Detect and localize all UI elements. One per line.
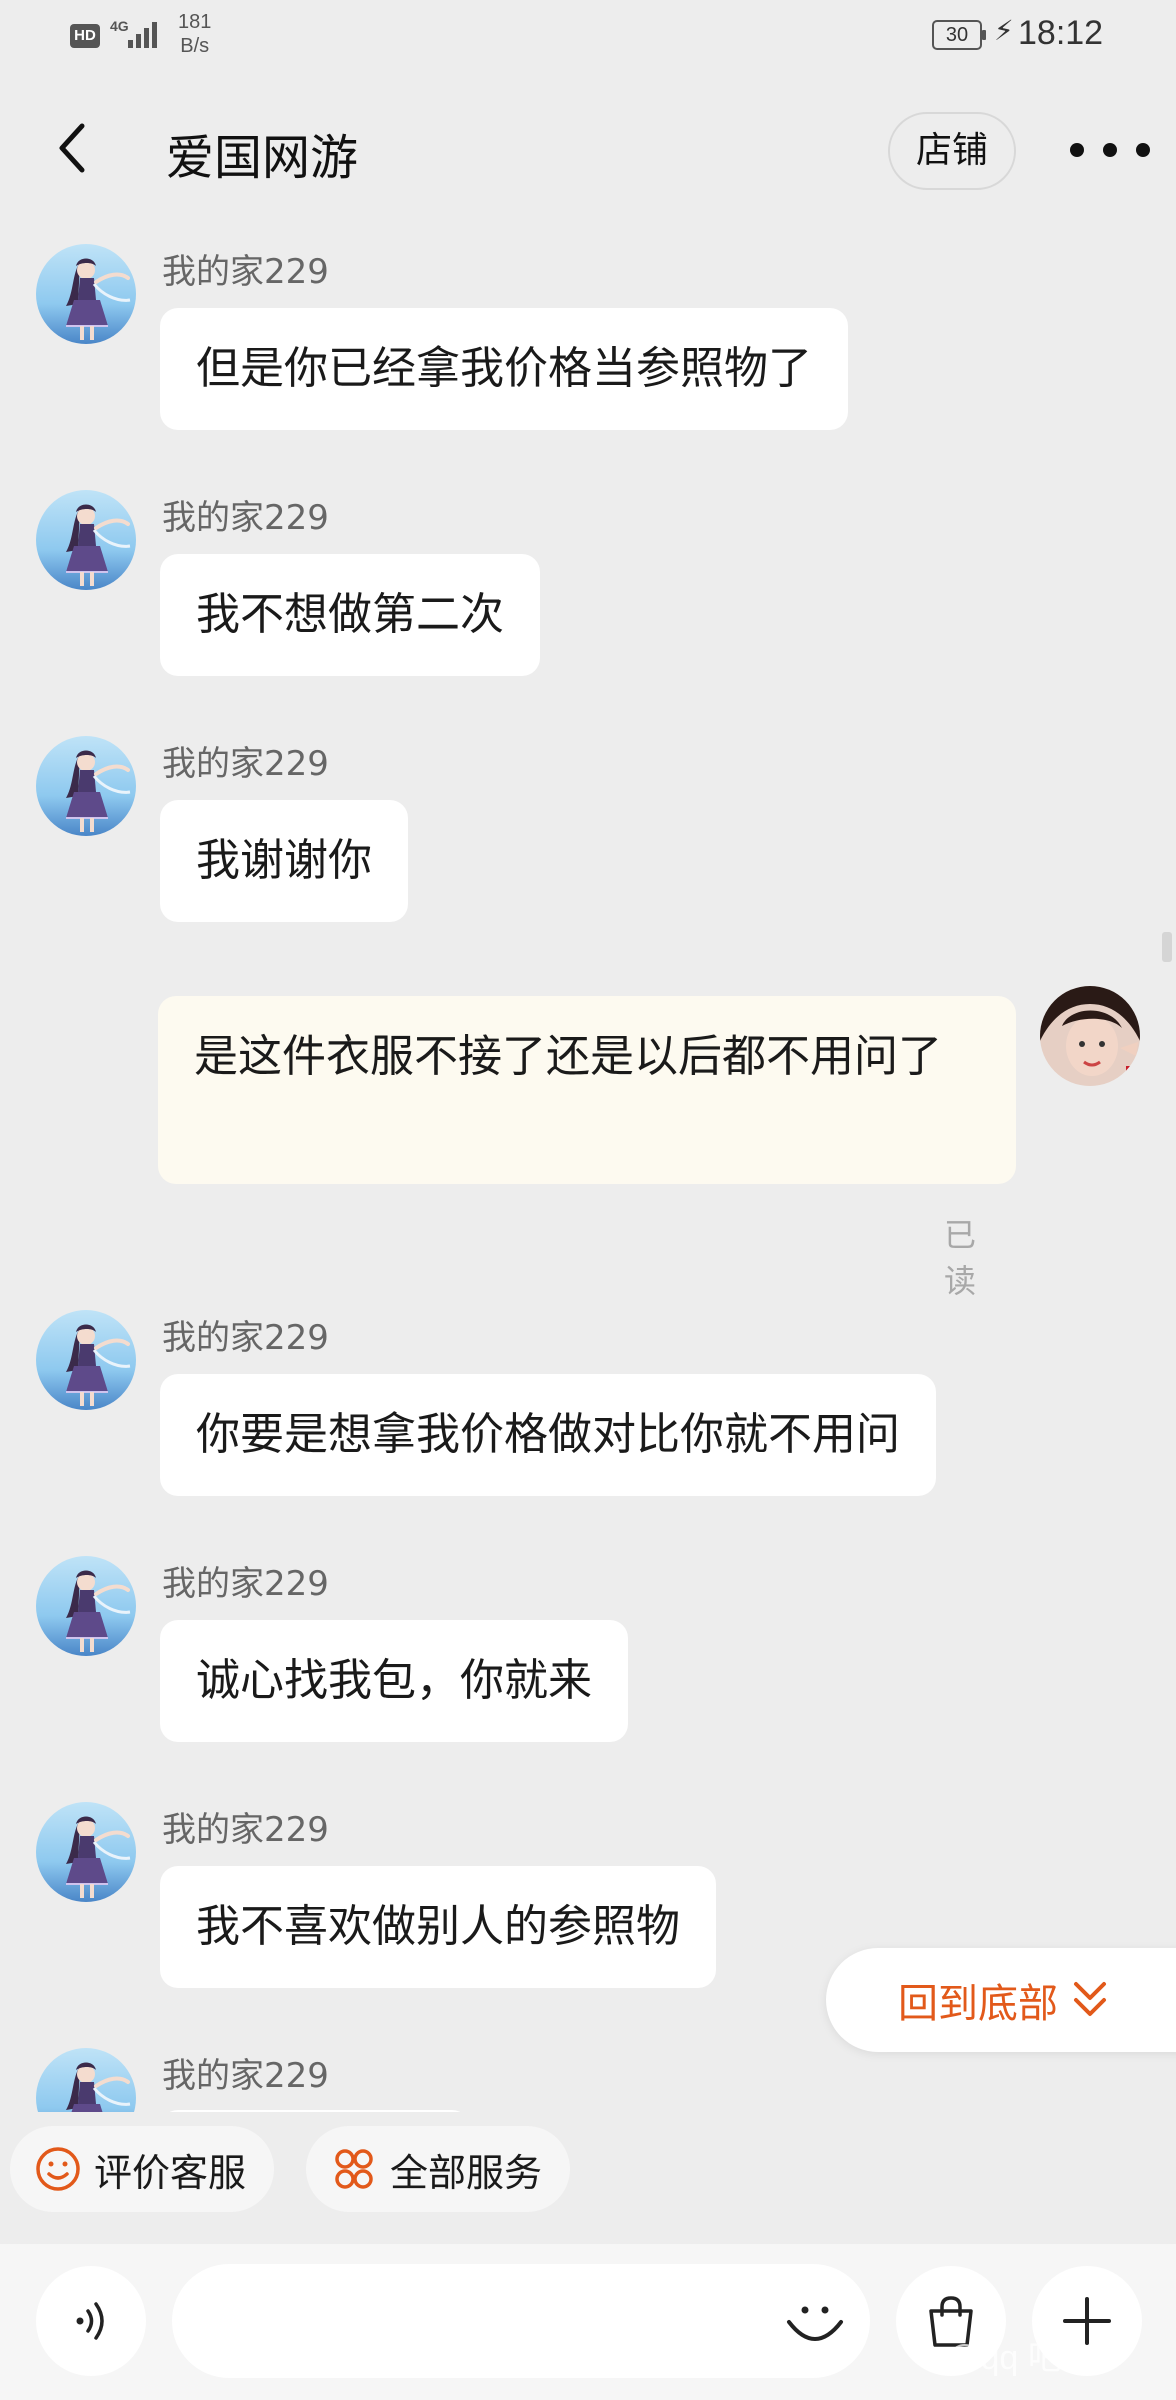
emoji-button[interactable]	[770, 2270, 860, 2370]
back-to-bottom-button[interactable]: 回到底部	[826, 1948, 1176, 2052]
plus-icon	[1063, 2297, 1111, 2345]
message-row: 我的家229	[0, 0, 1176, 2112]
all-services-label: 全部服务	[390, 2150, 543, 2195]
watermark: @qq 吧	[946, 2339, 1062, 2377]
sender-name: 我的家229	[162, 2056, 329, 2096]
all-services-button[interactable]: 全部服务	[306, 2126, 571, 2212]
back-to-bottom-label: 回到底部	[898, 1981, 1058, 2027]
message-bubble[interactable]	[160, 2110, 470, 2112]
anime-portrait-icon	[36, 2048, 136, 2112]
voice-icon	[76, 2302, 104, 2340]
message-input[interactable]	[172, 2264, 870, 2378]
emoji-icon	[787, 2306, 843, 2341]
smile-icon	[36, 2147, 80, 2191]
grid-services-icon	[335, 2149, 373, 2189]
double-chevron-down-icon	[1074, 1982, 1106, 2016]
rate-service-button[interactable]: 评价客服	[10, 2126, 275, 2212]
avatar[interactable]	[36, 2048, 136, 2112]
voice-button[interactable]	[36, 2266, 146, 2376]
rate-service-label: 评价客服	[94, 2150, 247, 2195]
